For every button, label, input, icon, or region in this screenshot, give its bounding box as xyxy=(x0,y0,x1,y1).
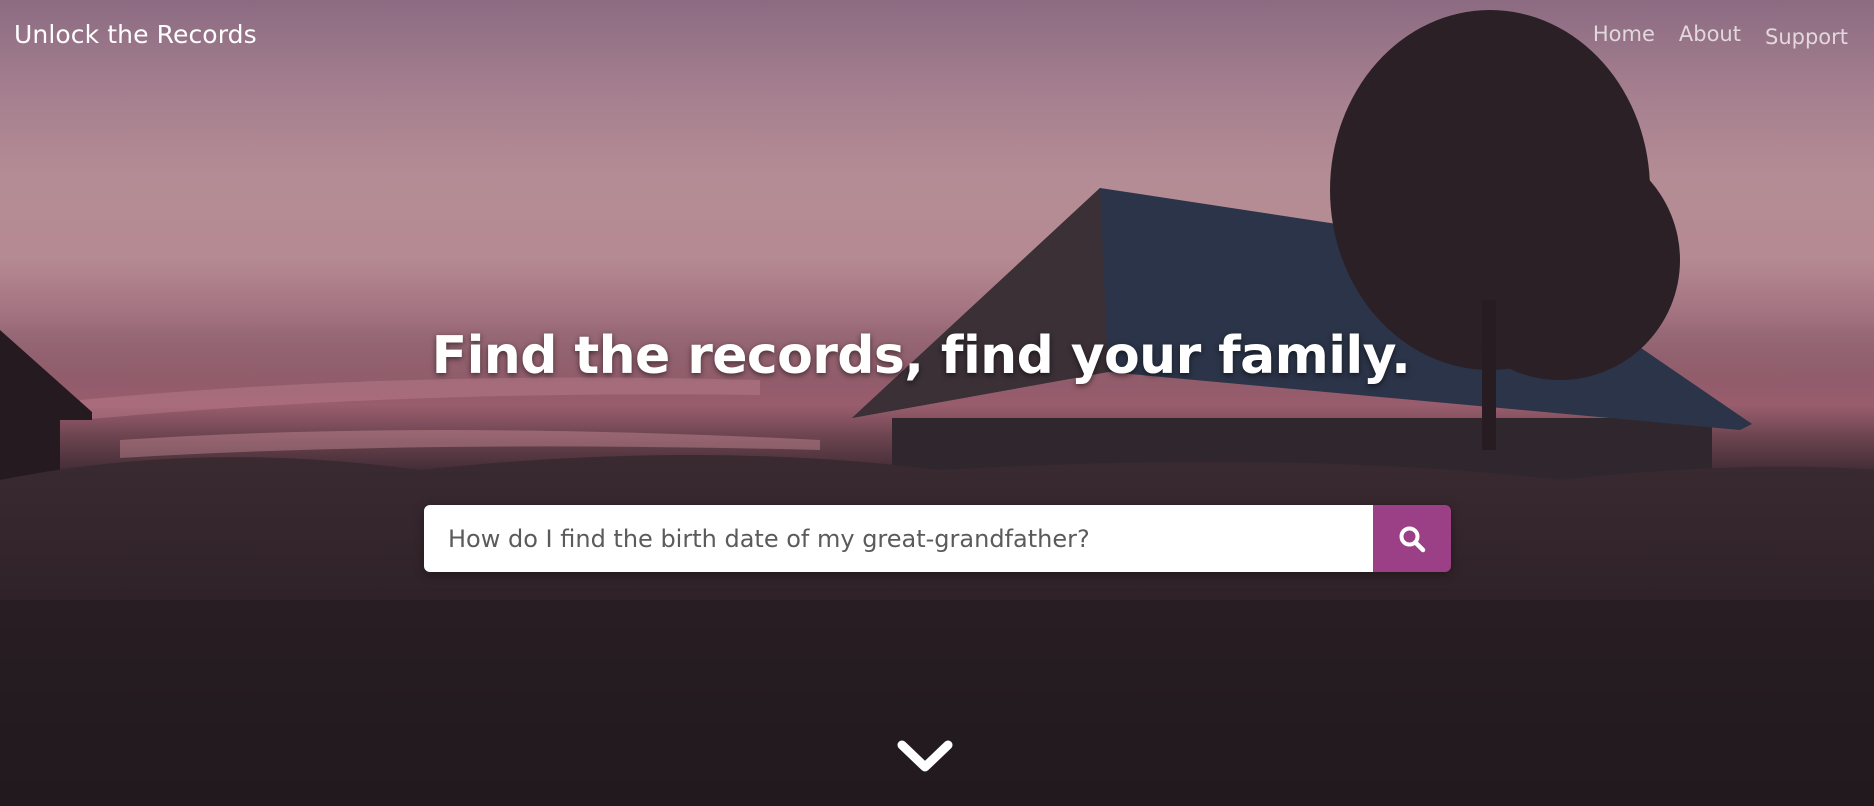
brand-logo-link[interactable]: Unlock the Records xyxy=(14,20,257,49)
search-icon xyxy=(1399,526,1426,552)
scroll-down-button[interactable] xyxy=(896,734,954,780)
hero-headline: Find the records, find your family. xyxy=(0,326,1874,386)
hero-headline-text: Find the records, find your family. xyxy=(431,326,1411,386)
search-input[interactable] xyxy=(424,505,1373,572)
chevron-down-icon xyxy=(897,740,953,772)
nav-link-home[interactable]: Home xyxy=(1593,22,1655,49)
nav-link-about[interactable]: About xyxy=(1679,22,1741,49)
search-button[interactable] xyxy=(1373,505,1451,572)
hero-section: Unlock the Records Home About Support Fi… xyxy=(0,0,1874,806)
navbar: Unlock the Records Home About Support xyxy=(0,0,1874,72)
nav-links: Home About Support xyxy=(1593,22,1848,49)
search-form xyxy=(424,505,1451,572)
nav-link-support[interactable]: Support xyxy=(1765,25,1848,49)
hero-background-image xyxy=(0,10,1874,806)
